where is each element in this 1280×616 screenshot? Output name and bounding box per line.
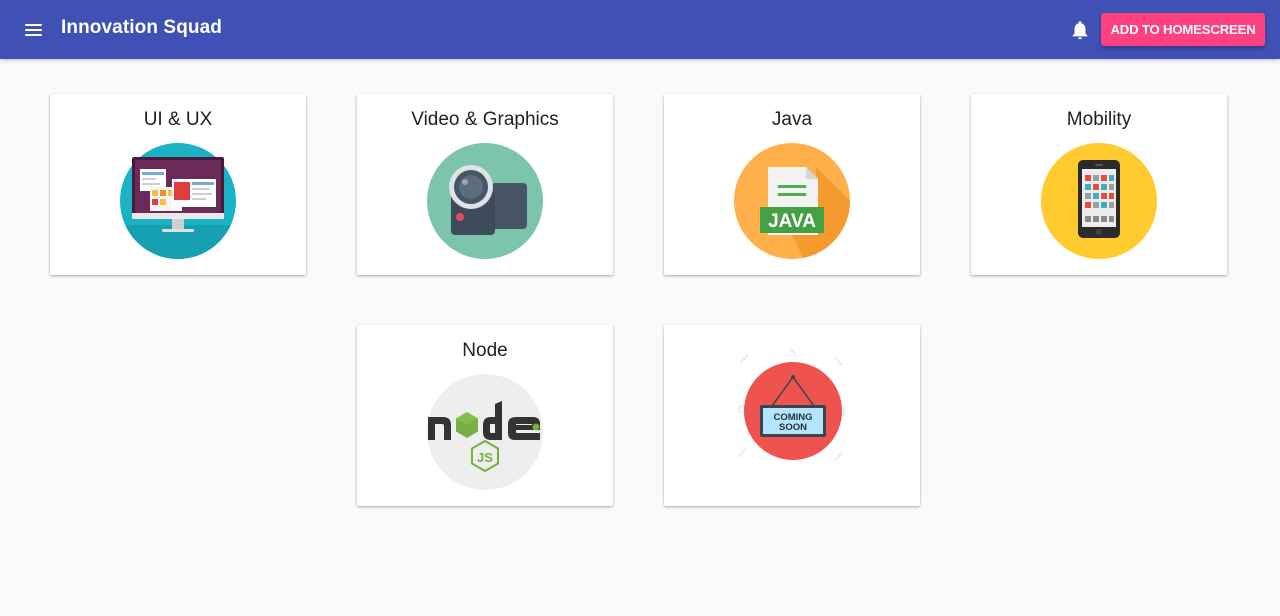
card-title: Java (771, 109, 813, 130)
svg-text:JS: JS (477, 450, 493, 465)
card-title: Mobility (1066, 109, 1132, 130)
smartphone-icon (1041, 143, 1157, 259)
add-to-homescreen-button[interactable]: ADD TO HOMESCREEN (1101, 13, 1265, 46)
monitor-icon (120, 143, 236, 259)
coming-soon-line-2: SOON (779, 422, 807, 433)
card-node[interactable]: Node JS (357, 325, 613, 506)
card-ui-ux[interactable]: UI & UX (50, 94, 306, 275)
bell-icon[interactable] (1069, 19, 1091, 41)
coming-soon-sign-icon: COMING SOON (734, 348, 850, 470)
card-video-graphics[interactable]: Video & Graphics (357, 94, 613, 275)
card-title: Node (462, 340, 508, 361)
card-mobility[interactable]: Mobility (971, 94, 1227, 275)
app-title: Innovation Squad (61, 17, 222, 38)
nodejs-logo-icon: JS (427, 374, 543, 490)
card-title: Video & Graphics (411, 109, 559, 130)
card-java[interactable]: Java JAVA (664, 94, 920, 275)
app-bar: Innovation Squad ADD TO HOMESCREEN (0, 0, 1280, 59)
card-title: UI & UX (143, 109, 213, 130)
hamburger-menu-icon[interactable] (17, 14, 49, 46)
java-icon-text: JAVA (768, 211, 816, 232)
java-file-icon: JAVA (734, 143, 850, 259)
video-camera-icon (427, 143, 543, 259)
card-coming-soon[interactable]: COMING SOON (664, 325, 920, 506)
